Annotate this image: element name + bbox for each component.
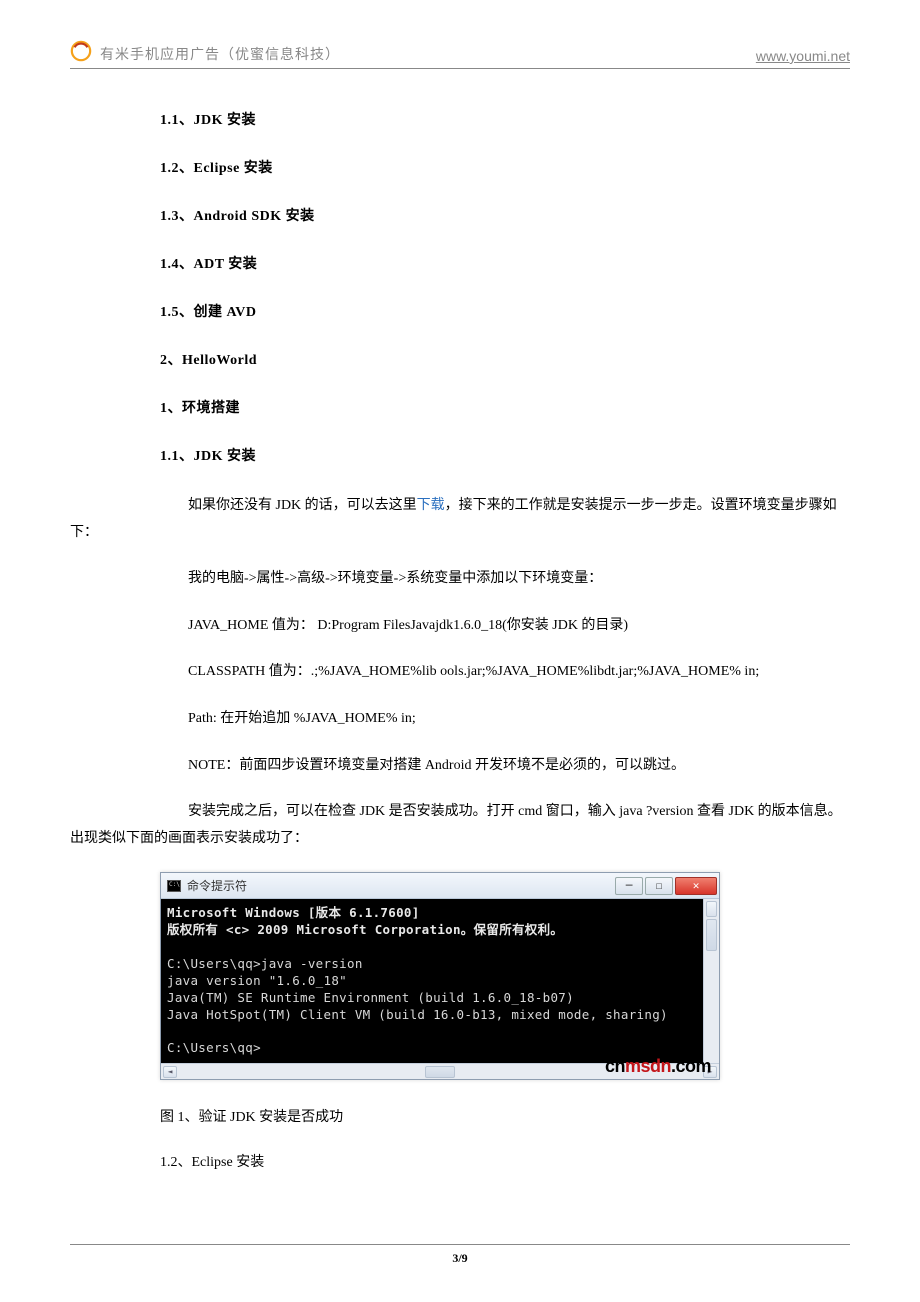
youmi-logo-icon	[70, 40, 92, 62]
heading-eclipse: 1.2、Eclipse 安装	[160, 1150, 850, 1177]
paragraph-path: Path: 在开始追加 %JAVA_HOME% in;	[160, 706, 850, 733]
paragraph-javahome: JAVA_HOME 值为： D:Program FilesJavajdk1.6.…	[160, 613, 850, 640]
content: 1.1、JDK 安装 1.2、Eclipse 安装 1.3、Android SD…	[70, 109, 850, 1177]
watermark: cnmsdn.com	[605, 1056, 711, 1077]
cmd-titlebar: 命令提示符 ─ ☐ ✕	[161, 873, 719, 899]
cmd-line-2: 版权所有 <c> 2009 Microsoft Corporation。保留所有…	[167, 922, 563, 937]
paragraph-verify-text: 安装完成之后，可以在检查 JDK 是否安装成功。打开 cmd 窗口，输入 jav…	[70, 804, 842, 846]
paragraph-note: NOTE：前面四步设置环境变量对搭建 Android 开发环境不是必须的，可以跳…	[160, 753, 850, 780]
toc-item-jdk: 1.1、JDK 安装	[160, 109, 850, 129]
close-button[interactable]: ✕	[675, 877, 717, 895]
paragraph-envvar: 我的电脑->属性->高级->环境变量->系统变量中添加以下环境变量：	[160, 566, 850, 593]
paragraph-intro-a: 如果你还没有 JDK 的话，可以去这里	[70, 498, 417, 513]
paragraph-intro: 如果你还没有 JDK 的话，可以去这里下载，接下来的工作就是安装提示一步一步走。…	[70, 493, 850, 546]
minimize-button[interactable]: ─	[615, 877, 643, 895]
cmd-line-5: Java(TM) SE Runtime Environment (build 1…	[167, 990, 574, 1005]
toc-item-sdk: 1.3、Android SDK 安装	[160, 205, 850, 225]
scroll-thumb[interactable]	[425, 1066, 455, 1078]
cmd-line-4: java version "1.6.0_18"	[167, 973, 347, 988]
toc-item-eclipse: 1.2、Eclipse 安装	[160, 157, 850, 177]
header-title: 有米手机应用广告（优蜜信息科技）	[100, 44, 340, 64]
cmd-scrollbar-horizontal[interactable]: ◄ ► cnmsdn.com	[161, 1063, 719, 1079]
header-url-link[interactable]: www.youmi.net	[756, 48, 850, 64]
watermark-b: msdn	[625, 1056, 671, 1076]
paragraph-classpath: CLASSPATH 值为：.;%JAVA_HOME%lib ools.jar;%…	[160, 659, 850, 686]
watermark-c: .com	[671, 1056, 711, 1076]
header-left: 有米手机应用广告（优蜜信息科技）	[70, 40, 340, 64]
page-header: 有米手机应用广告（优蜜信息科技） www.youmi.net	[70, 40, 850, 69]
toc-item-adt: 1.4、ADT 安装	[160, 253, 850, 273]
scroll-left-icon[interactable]: ◄	[163, 1066, 177, 1078]
cmd-output: Microsoft Windows [版本 6.1.7600] 版权所有 <c>…	[161, 899, 719, 1063]
maximize-button[interactable]: ☐	[645, 877, 673, 895]
cmd-titlebar-left: 命令提示符	[167, 877, 247, 894]
cmd-line-1: Microsoft Windows [版本 6.1.7600]	[167, 905, 420, 920]
window-buttons: ─ ☐ ✕	[615, 877, 717, 895]
toc-item-avd: 1.5、创建 AVD	[160, 301, 850, 321]
cmd-title: 命令提示符	[187, 877, 247, 894]
heading-env: 1、环境搭建	[160, 397, 850, 417]
cmd-window: 命令提示符 ─ ☐ ✕ Microsoft Windows [版本 6.1.76…	[160, 872, 720, 1080]
page-footer: 3/9	[70, 1244, 850, 1266]
cmd-line-3: C:\Users\qq>java -version	[167, 956, 363, 971]
heading-jdk: 1.1、JDK 安装	[160, 445, 850, 465]
paragraph-verify: 安装完成之后，可以在检查 JDK 是否安装成功。打开 cmd 窗口，输入 jav…	[70, 799, 850, 852]
cmd-body-wrap: Microsoft Windows [版本 6.1.7600] 版权所有 <c>…	[161, 899, 719, 1063]
cmd-icon	[167, 880, 181, 892]
figure-caption: 图 1、验证 JDK 安装是否成功	[160, 1106, 850, 1126]
cmd-line-7: C:\Users\qq>	[167, 1040, 261, 1055]
toc-item-hello: 2、HelloWorld	[160, 349, 850, 369]
page: 有米手机应用广告（优蜜信息科技） www.youmi.net 1.1、JDK 安…	[0, 0, 920, 1237]
page-number: 3/9	[452, 1251, 467, 1265]
cmd-scrollbar-vertical[interactable]	[703, 899, 719, 1063]
watermark-a: cn	[605, 1056, 625, 1076]
download-link[interactable]: 下载	[417, 498, 445, 513]
cmd-line-6: Java HotSpot(TM) Client VM (build 16.0-b…	[167, 1007, 668, 1022]
